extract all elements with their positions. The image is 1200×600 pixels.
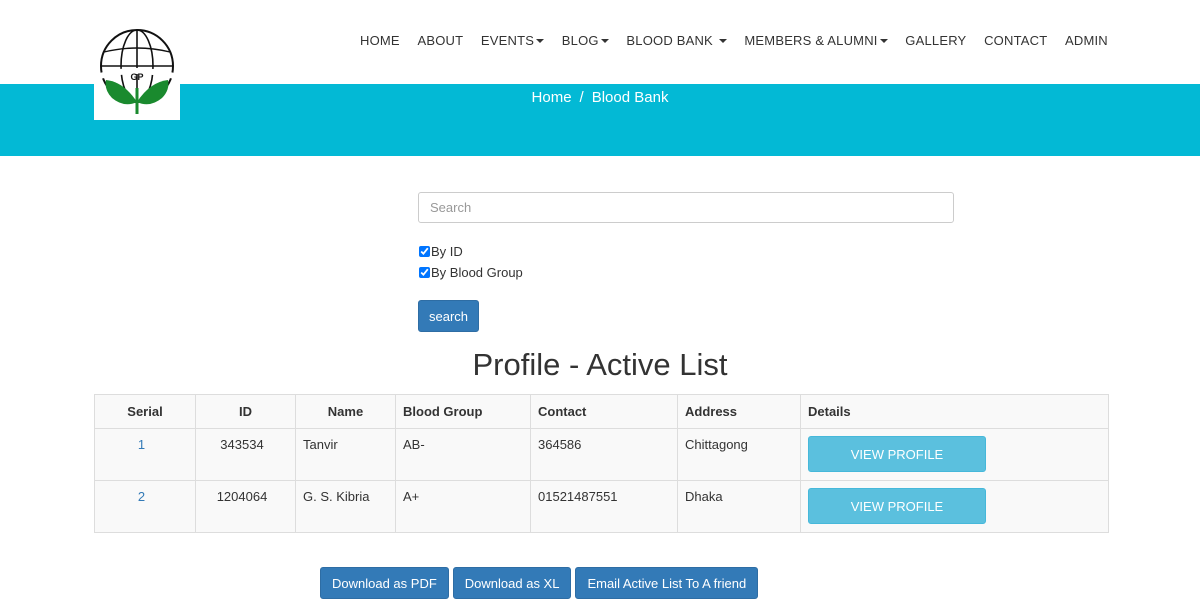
view-profile-button[interactable]: VIEW PROFILE	[808, 436, 986, 472]
nav-label: ADMIN	[1065, 33, 1108, 48]
by-id-option[interactable]: By ID	[418, 244, 463, 259]
table-header-row: Serial ID Name Blood Group Contact Addre…	[94, 394, 1109, 429]
nav-contact[interactable]: CONTACT	[984, 33, 1047, 48]
by-id-checkbox[interactable]	[419, 246, 430, 257]
breadcrumb-separator: /	[579, 89, 584, 106]
caret-down-icon	[536, 38, 545, 43]
cell-contact: 364586	[530, 428, 678, 481]
caret-down-icon	[879, 38, 888, 43]
cell-blood-group: A+	[395, 480, 531, 533]
cell-name: G. S. Kibria	[295, 480, 396, 533]
nav-about[interactable]: ABOUT	[417, 33, 463, 48]
cell-details: VIEW PROFILE	[800, 480, 1109, 533]
breadcrumb-home[interactable]: Home	[532, 89, 572, 106]
cell-contact: 01521487551	[530, 480, 678, 533]
breadcrumb-current: Blood Bank	[591, 89, 669, 106]
view-profile-button[interactable]: VIEW PROFILE	[808, 488, 986, 524]
by-blood-group-label: By Blood Group	[431, 265, 523, 280]
header-address: Address	[677, 394, 801, 429]
nav-label: GALLERY	[905, 33, 967, 48]
caret-down-icon	[600, 38, 609, 43]
nav-label: EVENTS	[480, 33, 535, 48]
header-id: ID	[195, 394, 296, 429]
header-details: Details	[800, 394, 1109, 429]
email-list-button[interactable]: Email Active List To A friend	[575, 567, 759, 599]
nav-blood-bank[interactable]: BLOOD BANK	[626, 33, 727, 48]
by-blood-group-option[interactable]: By Blood Group	[418, 265, 523, 280]
cell-id: 343534	[195, 428, 296, 481]
search-input[interactable]	[418, 192, 954, 223]
table-row: 1 343534 Tanvir AB- 364586 Chittagong VI…	[94, 428, 1109, 481]
export-actions: Download as PDF Download as XL Email Act…	[320, 567, 759, 599]
nav-label: BLOOD BANK	[626, 33, 713, 48]
cell-serial: 2	[94, 480, 196, 533]
header-blood-group: Blood Group	[395, 394, 531, 429]
cell-blood-group: AB-	[395, 428, 531, 481]
nav-blog[interactable]: BLOG	[562, 33, 609, 48]
breadcrumb: Home / Blood Bank	[0, 89, 1200, 106]
table-row: 2 1204064 G. S. Kibria A+ 01521487551 Dh…	[94, 480, 1109, 533]
header-contact: Contact	[530, 394, 678, 429]
cell-address: Chittagong	[677, 428, 801, 481]
nav-events[interactable]: EVENTS	[480, 33, 545, 48]
cell-name: Tanvir	[295, 428, 396, 481]
nav-home[interactable]: HOME	[360, 33, 400, 48]
by-blood-group-checkbox[interactable]	[419, 267, 430, 278]
profile-table: Serial ID Name Blood Group Contact Addre…	[94, 394, 1109, 533]
download-pdf-button[interactable]: Download as PDF	[320, 567, 449, 599]
nav-label: BLOG	[561, 33, 599, 48]
nav-admin[interactable]: ADMIN	[1065, 33, 1108, 48]
nav-label: CONTACT	[984, 33, 1048, 48]
cell-address: Dhaka	[677, 480, 801, 533]
nav-label: HOME	[360, 33, 400, 48]
cell-id: 1204064	[195, 480, 296, 533]
cell-serial: 1	[94, 428, 196, 481]
nav-label: MEMBERS & ALUMNI	[744, 33, 878, 48]
header-name: Name	[295, 394, 396, 429]
download-xl-button[interactable]: Download as XL	[452, 567, 572, 599]
page-title: Profile - Active List	[472, 347, 728, 382]
search-button[interactable]: search	[418, 300, 479, 332]
nav-members-alumni[interactable]: MEMBERS & ALUMNI	[744, 33, 888, 48]
svg-text:GP: GP	[130, 72, 143, 82]
caret-down-icon	[718, 38, 727, 43]
main-nav: HOME ABOUT EVENTS BLOG BLOOD BANK MEMBER…	[360, 33, 1108, 48]
cell-details: VIEW PROFILE	[800, 428, 1109, 481]
nav-gallery[interactable]: GALLERY	[905, 33, 966, 48]
nav-label: ABOUT	[417, 33, 464, 48]
header-serial: Serial	[94, 394, 196, 429]
by-id-label: By ID	[431, 244, 463, 259]
